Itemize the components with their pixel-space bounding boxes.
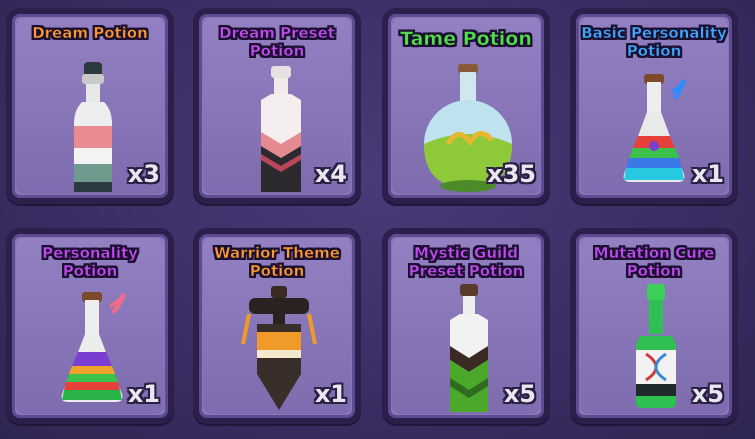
item-card-tame-potion[interactable]: Tame Potion x35 [382, 8, 550, 204]
item-card-mystic-guild-preset-potion[interactable]: Mystic Guild Preset Potion x5 [382, 228, 550, 424]
item-quantity: x1 [691, 160, 724, 188]
item-quantity: x1 [314, 380, 347, 408]
inventory-grid: Dream Potion x3 Dream Preset Potion x4 T… [0, 0, 755, 439]
item-card-basic-personality-potion[interactable]: Basic Personality Potion x1 [570, 8, 738, 204]
item-quantity: x3 [127, 160, 160, 188]
item-quantity: x35 [487, 160, 536, 188]
item-card-dream-potion[interactable]: Dream Potion x3 [6, 8, 174, 204]
item-quantity: x5 [691, 380, 724, 408]
item-card-warrior-theme-potion[interactable]: Warrior Theme Potion x1 [193, 228, 361, 424]
item-quantity: x5 [503, 380, 536, 408]
item-quantity: x4 [314, 160, 347, 188]
item-quantity: x1 [127, 380, 160, 408]
item-card-mutation-cure-potion[interactable]: Mutation Cure Potion x5 [570, 228, 738, 424]
item-card-dream-preset-potion[interactable]: Dream Preset Potion x4 [193, 8, 361, 204]
item-card-personality-potion[interactable]: Personality Potion x1 [6, 228, 174, 424]
